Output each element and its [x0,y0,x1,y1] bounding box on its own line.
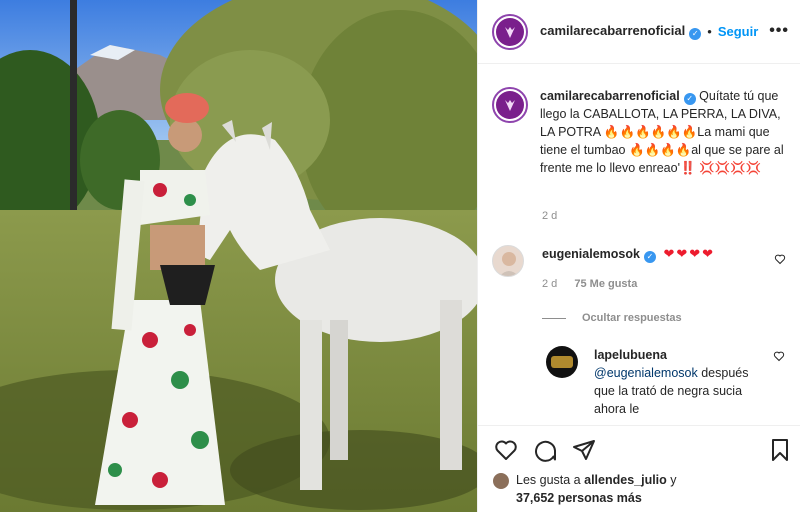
post-photo[interactable] [0,0,477,512]
author-logo-icon [496,91,524,119]
bookmark-icon[interactable] [768,438,792,462]
author-avatar[interactable] [492,13,528,50]
comment-like-heart-icon[interactable] [774,253,786,265]
likes-summary: Les gusta a allendes_julio y 37,652 pers… [492,471,677,507]
paper-plane-icon[interactable] [572,438,596,462]
caption-avatar[interactable] [492,87,528,123]
verified-badge-icon: ✓ [643,251,656,263]
comment-body: eugenialemosok ✓ ❤❤❤❤ 2 d 75 Me gusta [542,245,762,293]
post-panel: camilarecabarrenoficial ✓ • Seguir ••• ca… [477,0,800,512]
comment-text: ❤❤❤❤ [663,246,716,261]
caption-time[interactable]: 2 d [542,210,557,222]
comment-time[interactable]: 2 d [542,278,557,290]
comments-list[interactable]: camilarecabarrenoficial ✓ Quítate tú que … [478,65,800,425]
commenter-username[interactable]: eugenialemosok [542,247,640,261]
reply-body: lapelubuena @eugenialemosok después que … [594,346,754,418]
caption: camilarecabarrenoficial ✓ Quítate tú que … [492,87,792,177]
commenter-avatar[interactable] [492,245,524,277]
author-username[interactable]: camilarecabarrenoficial ✓ [540,23,702,40]
reply-username[interactable]: lapelubuena [594,348,667,362]
photo-woman-with-white-horse [0,0,477,512]
verified-badge-icon: ✓ [689,27,702,40]
hide-replies-button[interactable]: Ocultar respuestas [542,312,682,324]
author-logo-icon [496,17,524,46]
likes-count[interactable]: 37,652 personas más [516,491,642,505]
follow-button[interactable]: Seguir [718,24,758,39]
reply-avatar[interactable] [546,346,578,378]
comment-icon[interactable] [533,438,557,462]
likes-text: Les gusta a allendes_julio y 37,652 pers… [516,471,677,507]
likes-connector: y [670,473,677,487]
heart-icon[interactable] [494,438,518,462]
hide-replies-label: Ocultar respuestas [582,312,682,324]
likes-user[interactable]: allendes_julio [584,473,667,487]
post-actions: Les gusta a allendes_julio y 37,652 pers… [478,425,800,512]
replies-divider [542,317,566,319]
verified-badge-icon: ✓ [683,93,696,105]
reply-mention[interactable]: @eugenialemosok [594,366,698,380]
comment-meta: 2 d 75 Me gusta [542,275,762,293]
likes-prefix: Les gusta a [516,473,581,487]
separator-dot: • [707,24,712,39]
ellipsis-icon[interactable]: ••• [769,22,789,40]
post-header: camilarecabarrenoficial ✓ • Seguir ••• [478,0,800,64]
reply-like-heart-icon[interactable] [773,350,785,362]
comment-likes[interactable]: 75 Me gusta [574,278,637,290]
caption-username[interactable]: camilarecabarrenoficial [540,89,680,103]
caption-text-block: camilarecabarrenoficial ✓ Quítate tú que … [540,87,790,177]
liker-avatar[interactable] [492,472,510,490]
